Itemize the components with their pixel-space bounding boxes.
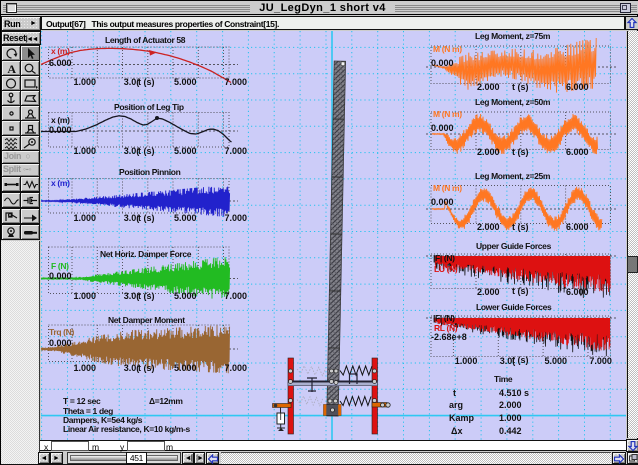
- svg-text:A: A: [7, 62, 16, 75]
